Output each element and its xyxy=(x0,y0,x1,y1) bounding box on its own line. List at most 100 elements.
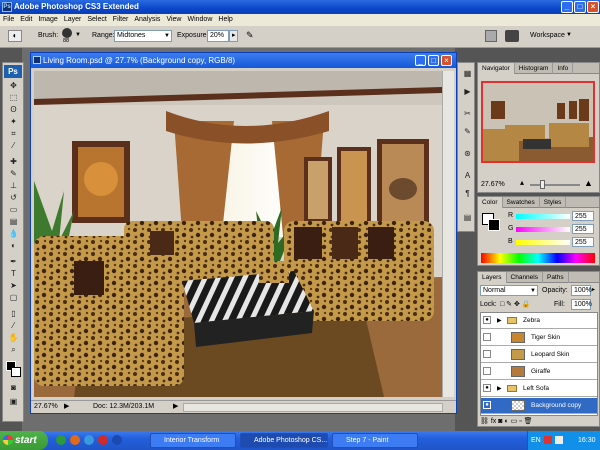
menu-image[interactable]: Image xyxy=(35,14,60,26)
lock-icons[interactable]: □ ✎ ✥ 🔒 xyxy=(500,300,531,308)
eye-icon[interactable] xyxy=(483,333,491,341)
lasso-tool-icon[interactable]: ʘ xyxy=(6,105,21,115)
eraser-tool-icon[interactable]: ▭ xyxy=(6,205,21,215)
character-panel-icon[interactable]: A xyxy=(460,171,475,181)
clone-source-icon[interactable]: ⊛ xyxy=(460,149,475,159)
move-tool-icon[interactable]: ✥ xyxy=(6,81,21,91)
tray-icon-2[interactable] xyxy=(555,436,563,444)
menu-analysis[interactable]: Analysis xyxy=(131,14,163,26)
doc-maximize-button[interactable]: □ xyxy=(428,55,439,66)
task-paint[interactable]: Step 7 - Paint xyxy=(332,433,418,448)
eye-icon[interactable] xyxy=(483,350,491,358)
r-input[interactable]: 255 xyxy=(572,211,594,221)
quicklaunch-icon-4[interactable] xyxy=(98,435,108,445)
marquee-tool-icon[interactable]: ⬚ xyxy=(6,93,21,103)
eye-icon[interactable]: ● xyxy=(483,316,491,324)
quicklaunch-icon-3[interactable] xyxy=(84,435,94,445)
menu-edit[interactable]: Edit xyxy=(17,14,35,26)
healing-tool-icon[interactable]: ✚ xyxy=(6,157,21,167)
paragraph-panel-icon[interactable]: ¶ xyxy=(460,189,475,199)
brush-dropdown-icon[interactable]: ▼ xyxy=(75,32,81,38)
doc-close-button[interactable]: × xyxy=(441,55,452,66)
layer-comps-icon[interactable]: ▤ xyxy=(460,213,475,223)
blur-tool-icon[interactable]: 💧 xyxy=(6,229,21,239)
fx-icon[interactable]: fx xyxy=(491,418,496,425)
link-layers-icon[interactable]: ⛓ xyxy=(480,418,489,425)
layer-row-background-copy[interactable]: ● Background copy xyxy=(481,398,597,414)
zoom-in-icon[interactable]: ▲ xyxy=(584,178,593,188)
crop-tool-icon[interactable]: ⌗ xyxy=(6,129,21,139)
task-photoshop[interactable]: Adobe Photoshop CS... xyxy=(240,433,328,448)
zoom-out-icon[interactable]: ▴ xyxy=(520,178,524,187)
background-color-swatch[interactable] xyxy=(11,367,21,377)
palette-well-icon[interactable] xyxy=(485,30,497,42)
maximize-button[interactable]: □ xyxy=(574,1,586,13)
zoom-readout[interactable]: 27.67% xyxy=(34,403,58,410)
menu-view[interactable]: View xyxy=(163,14,184,26)
status-menu-icon[interactable]: ▶ xyxy=(64,402,69,410)
layer-row-left-sofa[interactable]: ● ▶ Left Sofa xyxy=(481,381,597,397)
history-brush-tool-icon[interactable]: ↺ xyxy=(6,193,21,203)
eye-icon[interactable] xyxy=(483,367,491,375)
tab-navigator[interactable]: Navigator xyxy=(478,63,515,74)
pen-tool-icon[interactable]: ✒ xyxy=(6,257,21,267)
delete-layer-icon[interactable]: 🗑 xyxy=(524,418,533,425)
mask-icon[interactable]: ◙ xyxy=(498,418,502,425)
menu-layer[interactable]: Layer xyxy=(61,14,85,26)
airbrush-icon[interactable]: ✎ xyxy=(246,30,254,41)
tab-histogram[interactable]: Histogram xyxy=(515,63,554,74)
exposure-slider-button[interactable]: ▸ xyxy=(229,30,238,42)
layer-row-zebra[interactable]: ● ▶ Zebra xyxy=(481,313,597,329)
exposure-input[interactable]: 20% xyxy=(207,30,229,42)
g-input[interactable]: 255 xyxy=(572,224,594,234)
navigator-zoom[interactable]: 27.67% xyxy=(481,181,505,188)
path-select-tool-icon[interactable]: ➤ xyxy=(6,281,21,291)
brush-preview-icon[interactable] xyxy=(62,28,72,38)
clone-stamp-tool-icon[interactable]: ⊥ xyxy=(6,181,21,191)
screen-mode-icon[interactable]: ▣ xyxy=(6,397,21,407)
zoom-slider-thumb[interactable] xyxy=(540,180,545,189)
dodge-tool-icon[interactable]: ◐ xyxy=(6,241,21,251)
shape-tool-icon[interactable]: ▢ xyxy=(6,293,21,303)
navigator-thumbnail[interactable] xyxy=(481,81,595,163)
tab-channels[interactable]: Channels xyxy=(507,272,543,283)
notes-tool-icon[interactable]: ▯ xyxy=(6,309,21,319)
actions-panel-icon[interactable]: ▶ xyxy=(460,87,475,97)
opacity-arrow-icon[interactable]: ▸ xyxy=(592,286,595,293)
tray-icon-1[interactable] xyxy=(544,436,552,444)
document-title-bar[interactable]: Living Room.psd @ 27.7% (Background copy… xyxy=(31,53,456,68)
eye-icon[interactable]: ● xyxy=(483,384,491,392)
doc-minimize-button[interactable]: _ xyxy=(415,55,426,66)
workspace-dropdown-icon[interactable]: ▼ xyxy=(566,32,572,38)
fill-input[interactable]: 100% xyxy=(571,299,592,310)
tab-info[interactable]: Info xyxy=(553,63,574,74)
range-select[interactable]: Midtones ▼ xyxy=(114,30,172,42)
close-button[interactable]: × xyxy=(587,1,599,13)
color-bg-swatch[interactable] xyxy=(488,219,500,231)
tab-color[interactable]: Color xyxy=(478,197,503,208)
language-indicator[interactable]: EN xyxy=(531,431,541,450)
r-slider[interactable] xyxy=(516,214,570,219)
task-interior-transform[interactable]: Interior Transform xyxy=(150,433,236,448)
menu-help[interactable]: Help xyxy=(215,14,235,26)
color-ramp[interactable] xyxy=(481,253,595,263)
type-tool-icon[interactable]: T xyxy=(6,269,21,279)
brush-tool-icon[interactable]: ✎ xyxy=(6,169,21,179)
tab-styles[interactable]: Styles xyxy=(540,197,567,208)
tab-layers[interactable]: Layers xyxy=(478,272,507,283)
brushes-panel-icon[interactable]: ✎ xyxy=(460,127,475,137)
tool-presets-icon[interactable]: ✂ xyxy=(460,109,475,119)
quick-mask-icon[interactable]: ◙ xyxy=(6,383,21,393)
tab-swatches[interactable]: Swatches xyxy=(503,197,540,208)
menu-filter[interactable]: Filter xyxy=(110,14,132,26)
b-input[interactable]: 255 xyxy=(572,237,594,247)
tab-paths[interactable]: Paths xyxy=(543,272,569,283)
zoom-tool-icon[interactable]: ⌕ xyxy=(6,345,21,355)
vertical-scrollbar[interactable] xyxy=(442,71,454,397)
horizontal-scrollbar[interactable] xyxy=(183,403,443,412)
history-panel-icon[interactable]: ▦ xyxy=(460,69,475,79)
blend-mode-select[interactable]: Normal ▼ xyxy=(480,285,538,296)
workspace-menu[interactable]: Workspace xyxy=(530,32,565,39)
adjustment-icon[interactable]: ◐ xyxy=(504,418,508,425)
quick-select-tool-icon[interactable]: ✦ xyxy=(6,117,21,127)
